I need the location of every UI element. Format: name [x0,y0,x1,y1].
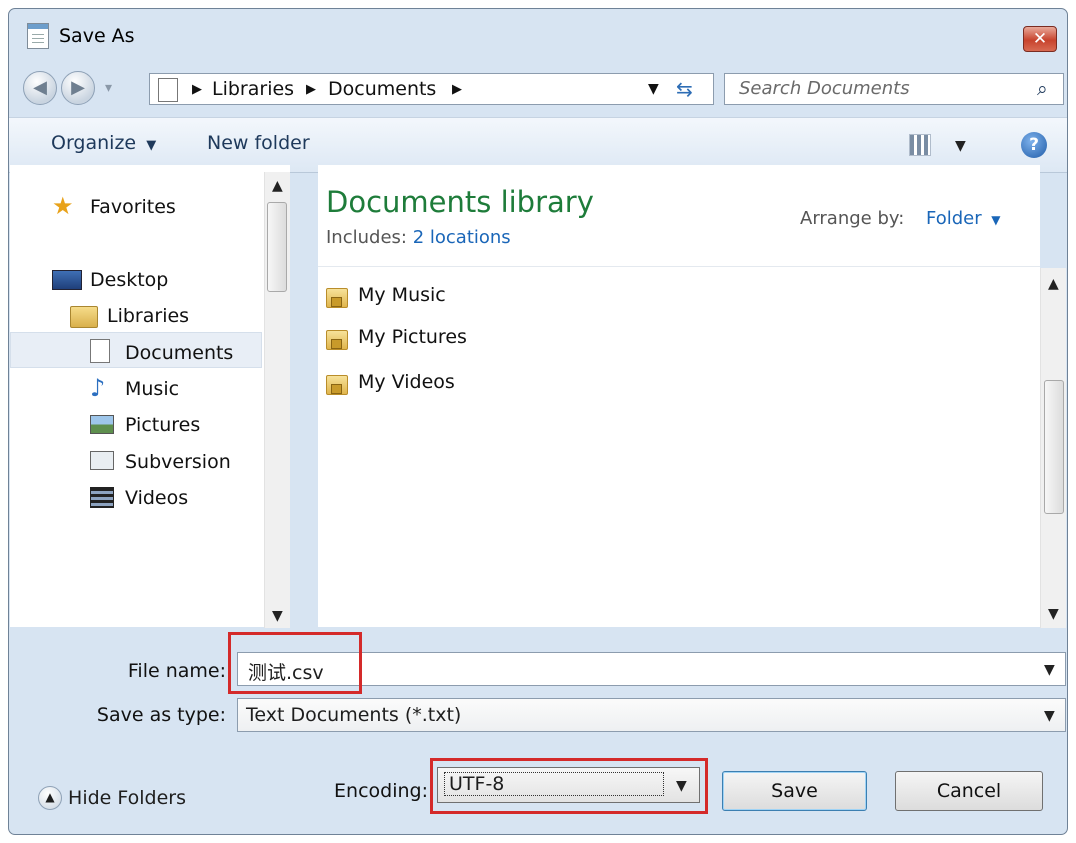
breadcrumb-separator-icon: ▶ [192,82,202,97]
sidebar-item-music[interactable]: Music [125,378,179,400]
close-button[interactable]: ✕ [1023,26,1057,52]
collapse-up-icon: ▲ [38,786,62,810]
libraries-icon [70,306,98,328]
sidebar-item-pictures[interactable]: Pictures [125,414,200,436]
encoding-label: Encoding: [334,780,428,802]
sidebar-item-videos[interactable]: Videos [125,487,188,509]
search-input[interactable]: Search Documents [739,78,910,99]
arrange-by: Arrange by: Folder ▼ [800,208,1001,229]
save-as-type-dropdown-icon[interactable]: ▼ [1044,708,1055,724]
breadcrumb-libraries[interactable]: Libraries [212,78,294,100]
forward-button[interactable]: ▶ [61,71,95,105]
notepad-icon [27,23,49,49]
view-options-icon[interactable] [909,134,931,156]
document-icon [158,78,178,102]
save-as-type-select[interactable]: Text Documents (*.txt) ▼ [237,698,1066,732]
breadcrumb-documents[interactable]: Documents [328,78,436,100]
sidebar-item-favorites[interactable]: Favorites [90,196,176,218]
favorites-star-icon: ★ [52,192,74,220]
file-name-label: File name: [127,660,226,682]
locked-folder-icon [326,288,348,308]
videos-icon [90,487,114,508]
scroll-down-icon[interactable]: ▼ [272,608,283,624]
save-as-type-label: Save as type: [96,704,226,726]
organize-button[interactable]: Organize ▼ [51,132,156,154]
desktop-icon [52,270,82,290]
sidebar-item-documents[interactable]: Documents [125,342,233,364]
navigation-scrollbar[interactable]: ▲ ▼ [264,172,290,628]
sidebar-item-desktop[interactable]: Desktop [90,269,168,291]
music-note-icon: ♪ [90,374,106,402]
library-title: Documents library [326,185,594,219]
list-item[interactable]: My Music [358,284,446,306]
arrange-by-dropdown[interactable]: Folder ▼ [926,208,1000,229]
scroll-down-icon[interactable]: ▼ [1048,606,1059,622]
recent-pages-chevron-icon[interactable]: ▾ [105,80,112,96]
file-name-highlight [228,632,362,694]
chevron-down-icon: ▼ [142,138,157,153]
save-button[interactable]: Save [722,771,867,811]
locked-folder-icon [326,330,348,350]
cancel-button[interactable]: Cancel [895,771,1043,811]
back-button[interactable]: ◀ [23,71,57,105]
pictures-icon [90,415,114,434]
breadcrumb-separator-icon: ▶ [306,82,316,97]
search-box[interactable]: Search Documents ⌕ [724,73,1064,105]
sidebar-item-libraries[interactable]: Libraries [107,305,189,327]
view-chevron-down-icon[interactable]: ▼ [955,138,966,154]
title-bar: Save As ✕ [9,9,1067,63]
encoding-highlight [430,758,708,814]
refresh-icon[interactable]: ⇆ [676,77,693,101]
library-includes: Includes: 2 locations [326,227,511,248]
header-divider [318,266,1040,267]
subversion-icon [90,451,114,470]
address-bar[interactable]: ▶ Libraries ▶ Documents ▶ ▼ ⇆ [149,73,714,105]
locked-folder-icon [326,375,348,395]
locations-link[interactable]: 2 locations [413,227,511,248]
breadcrumb-separator-icon: ▶ [452,82,462,97]
scroll-up-icon[interactable]: ▲ [1048,276,1059,292]
new-folder-button[interactable]: New folder [207,132,310,154]
file-list-scrollbar[interactable]: ▲ ▼ [1040,268,1066,628]
scroll-up-icon[interactable]: ▲ [272,178,283,194]
address-dropdown-icon[interactable]: ▼ [648,81,659,97]
help-icon[interactable]: ? [1021,132,1047,158]
window-title: Save As [59,25,135,47]
hide-folders-button[interactable]: ▲ Hide Folders [38,786,186,810]
list-item[interactable]: My Videos [358,371,455,393]
file-list-scrollbar-thumb[interactable] [1044,380,1064,514]
documents-icon [90,339,110,363]
list-item[interactable]: My Pictures [358,326,467,348]
file-name-dropdown-icon[interactable]: ▼ [1044,662,1055,678]
save-as-type-value: Text Documents (*.txt) [246,704,462,726]
sidebar-item-subversion[interactable]: Subversion [125,451,231,473]
search-icon[interactable]: ⌕ [1037,78,1048,100]
chevron-down-icon: ▼ [987,213,1001,227]
navigation-scrollbar-thumb[interactable] [267,202,287,292]
